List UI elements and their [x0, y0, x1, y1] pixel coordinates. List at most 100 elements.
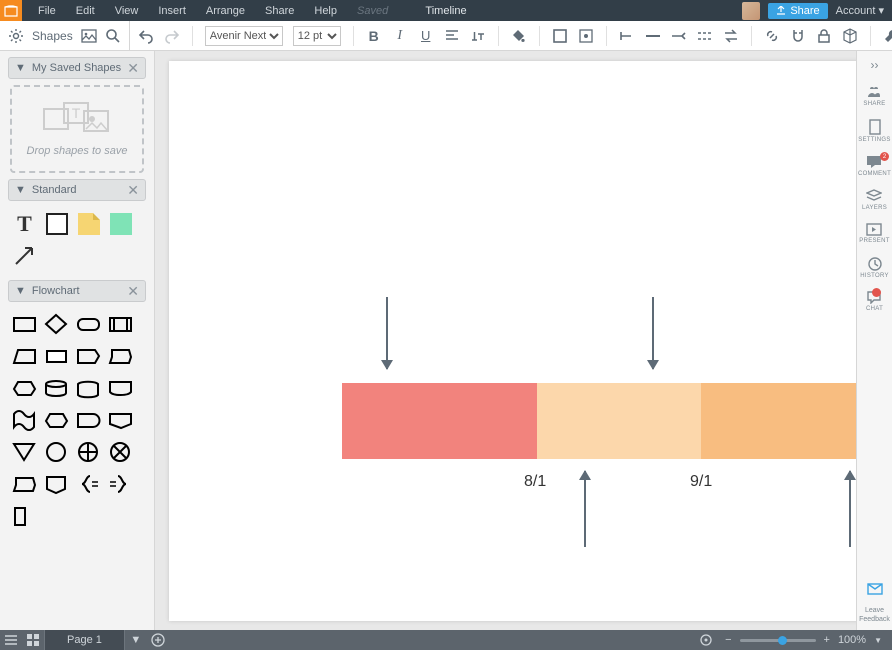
menu-view[interactable]: View [105, 5, 149, 17]
flowchart-shape-21[interactable] [44, 472, 69, 497]
rail-share[interactable]: SHARE [863, 85, 885, 107]
image-icon[interactable] [81, 28, 97, 44]
bold-icon[interactable]: B [366, 28, 382, 44]
line-style-icon[interactable] [697, 28, 713, 44]
flowchart-shape-16[interactable] [12, 440, 37, 465]
add-page-icon[interactable] [147, 633, 169, 647]
account-menu[interactable]: Account ▾ [836, 4, 884, 17]
panel-standard[interactable]: ▼ Standard ✕ [8, 179, 146, 201]
line-start-icon[interactable] [619, 28, 635, 44]
flowchart-shape-10[interactable] [76, 376, 101, 401]
magnet-icon[interactable] [790, 28, 806, 44]
flowchart-shape-8[interactable] [12, 376, 37, 401]
timeline-arrow-down[interactable] [386, 297, 388, 369]
page-menu-icon[interactable]: ▼ [125, 634, 147, 646]
zoom-menu-icon[interactable]: ▼ [874, 636, 882, 645]
flowchart-shape-12[interactable] [12, 408, 37, 433]
timeline-segment[interactable] [342, 383, 537, 459]
close-icon[interactable]: ✕ [127, 60, 139, 77]
app-logo[interactable] [0, 0, 22, 21]
shape-note[interactable] [76, 211, 101, 236]
timeline-date-label[interactable]: 8/1 [524, 473, 546, 491]
flowchart-shape-15[interactable] [108, 408, 133, 433]
font-family-select[interactable]: Avenir Next [205, 26, 283, 46]
timeline-segment[interactable] [537, 383, 701, 459]
flowchart-shape-22[interactable] [76, 472, 101, 497]
menu-share[interactable]: Share [255, 5, 304, 17]
zoom-out-icon[interactable]: − [725, 634, 731, 646]
panel-flowchart[interactable]: ▼ Flowchart ✕ [8, 280, 146, 302]
page[interactable] [169, 61, 856, 621]
rail-chat[interactable]: CHAT [866, 291, 883, 312]
redo-icon[interactable] [164, 28, 180, 44]
menu-help[interactable]: Help [304, 5, 347, 17]
flowchart-shape-20[interactable] [12, 472, 37, 497]
flowchart-shape-1[interactable] [44, 312, 69, 337]
grid-view-icon[interactable] [22, 634, 44, 646]
flowchart-shape-0[interactable] [12, 312, 37, 337]
cube-icon[interactable] [842, 28, 858, 44]
menu-edit[interactable]: Edit [66, 5, 105, 17]
expand-rail-icon[interactable]: ›› [867, 57, 883, 73]
border-icon[interactable] [552, 28, 568, 44]
flowchart-shape-19[interactable] [108, 440, 133, 465]
close-icon[interactable]: ✕ [127, 283, 139, 300]
timeline-arrow-down[interactable] [652, 297, 654, 369]
line-solid-icon[interactable] [645, 28, 661, 44]
list-view-icon[interactable] [0, 634, 22, 646]
rail-settings[interactable]: SETTINGS [858, 119, 890, 143]
flowchart-shape-18[interactable] [76, 440, 101, 465]
timeline-segment[interactable] [701, 383, 856, 459]
flowchart-shape-14[interactable] [76, 408, 101, 433]
page-tab[interactable]: Page 1 [44, 630, 125, 650]
flowchart-shape-5[interactable] [44, 344, 69, 369]
rail-history[interactable]: HISTORY [860, 256, 889, 279]
lock-icon[interactable] [816, 28, 832, 44]
menu-arrange[interactable]: Arrange [196, 5, 255, 17]
zoom-in-icon[interactable]: + [824, 634, 830, 646]
align-icon[interactable] [444, 28, 460, 44]
flowchart-shape-4[interactable] [12, 344, 37, 369]
flowchart-shape-2[interactable] [76, 312, 101, 337]
timeline-date-label[interactable]: 9/1 [690, 473, 712, 491]
shape-arrow[interactable] [12, 243, 37, 268]
wrench-icon[interactable] [883, 28, 892, 44]
line-end-icon[interactable] [671, 28, 687, 44]
flowchart-shape-7[interactable] [108, 344, 133, 369]
shape-rectangle[interactable] [44, 211, 69, 236]
flowchart-shape-17[interactable] [44, 440, 69, 465]
text-size-icon[interactable] [470, 28, 486, 44]
zoom-slider[interactable] [740, 639, 816, 642]
flowchart-shape-9[interactable] [44, 376, 69, 401]
menu-file[interactable]: File [28, 5, 66, 17]
rail-feedback[interactable] [867, 583, 883, 595]
underline-icon[interactable]: U [418, 28, 434, 44]
panel-my-saved-shapes[interactable]: ▼ My Saved Shapes ✕ [8, 57, 146, 79]
fill-icon[interactable] [511, 28, 527, 44]
font-size-select[interactable]: 12 pt [293, 26, 341, 46]
shape-block[interactable] [108, 211, 133, 236]
undo-icon[interactable] [138, 28, 154, 44]
timeline-arrow-up[interactable] [584, 471, 586, 547]
flowchart-shape-11[interactable] [108, 376, 133, 401]
user-avatar[interactable] [742, 2, 760, 20]
flowchart-shape-24[interactable] [12, 504, 37, 529]
rail-present[interactable]: PRESENT [859, 223, 889, 244]
rail-comment[interactable]: 2COMMENT [858, 155, 891, 177]
zoom-value[interactable]: 100% [838, 634, 866, 646]
position-icon[interactable] [578, 28, 594, 44]
share-button[interactable]: Share [768, 3, 827, 19]
italic-icon[interactable]: I [392, 28, 408, 44]
target-icon[interactable] [695, 633, 717, 647]
flowchart-shape-3[interactable] [108, 312, 133, 337]
link-icon[interactable] [764, 28, 780, 44]
flowchart-shape-23[interactable] [108, 472, 133, 497]
flowchart-shape-13[interactable] [44, 408, 69, 433]
shapes-settings-icon[interactable] [8, 28, 24, 44]
rail-layers[interactable]: LAYERS [862, 189, 887, 211]
shape-text[interactable]: T [12, 211, 37, 236]
canvas[interactable]: 8/19/110/1 [155, 51, 856, 630]
document-title[interactable]: Timeline [425, 5, 466, 17]
swap-icon[interactable] [723, 28, 739, 44]
flowchart-shape-6[interactable] [76, 344, 101, 369]
